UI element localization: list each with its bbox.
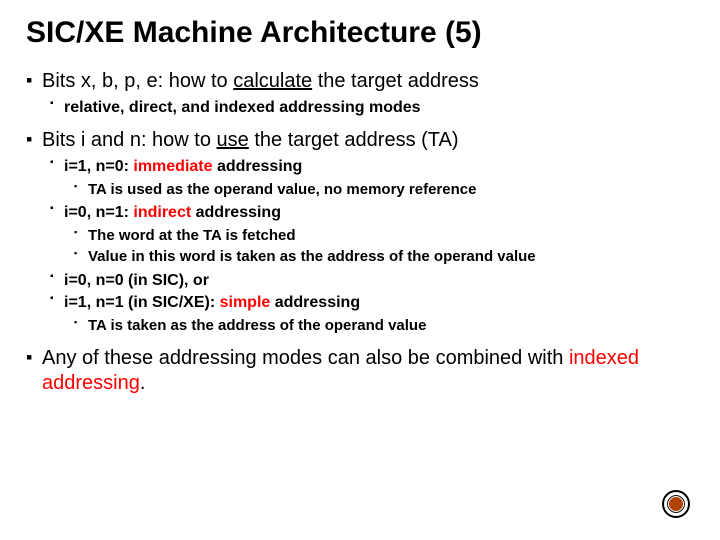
badge-ring-inner: [665, 493, 687, 515]
text: Bits i and n: how to: [42, 129, 217, 151]
text: the target address: [312, 70, 479, 92]
text: The word at the TA is fetched: [88, 227, 296, 244]
bullet-immediate-note: TA is used as the operand value, no memo…: [74, 181, 694, 200]
bullet-bits-xbpe: Bits x, b, p, e: how to calculate the ta…: [26, 69, 694, 94]
text-calculate: calculate: [233, 70, 312, 92]
text: Value in this word is taken as the addre…: [88, 248, 536, 265]
text: Any of these addressing modes can also b…: [42, 347, 569, 369]
bullet-simple-sicxe: i=1, n=1 (in SIC/XE): simple addressing: [50, 293, 694, 313]
bullet-indirect-fetch: The word at the TA is fetched: [74, 227, 694, 246]
text: addressing: [213, 158, 303, 175]
text: addressing: [191, 204, 281, 221]
text: TA is taken as the address of the operan…: [88, 317, 426, 334]
bullet-simple-sic: i=0, n=0 (in SIC), or: [50, 271, 694, 291]
bullet-indirect: i=0, n=1: indirect addressing: [50, 203, 694, 223]
text: .: [140, 372, 146, 394]
text-use: use: [217, 129, 249, 151]
text: i=1, n=0:: [64, 158, 133, 175]
text: addressing: [270, 294, 360, 311]
text: TA is used as the operand value, no memo…: [88, 181, 476, 198]
text: relative, direct, and indexed addressing…: [64, 99, 421, 116]
text: i=0, n=0 (in SIC), or: [64, 272, 209, 289]
slide-title: SIC/XE Machine Architecture (5): [26, 16, 694, 51]
text: Bits x, b, p, e: how to: [42, 70, 233, 92]
bullet-indexed-combo: Any of these addressing modes can also b…: [26, 346, 694, 396]
text-indirect: indirect: [133, 204, 191, 221]
bullet-bits-in: Bits i and n: how to use the target addr…: [26, 128, 694, 153]
slide-badge-icon: [662, 490, 690, 518]
text: the target address (TA): [249, 129, 459, 151]
text: i=0, n=1:: [64, 204, 133, 221]
bullet-addressing-modes: relative, direct, and indexed addressing…: [50, 98, 694, 118]
text-immediate: immediate: [133, 158, 212, 175]
bullet-immediate: i=1, n=0: immediate addressing: [50, 157, 694, 177]
text-simple: simple: [220, 294, 271, 311]
bullet-indirect-value: Value in this word is taken as the addre…: [74, 248, 694, 267]
bullet-simple-note: TA is taken as the address of the operan…: [74, 317, 694, 336]
text: i=1, n=1 (in SIC/XE):: [64, 294, 220, 311]
bullet-list: Bits x, b, p, e: how to calculate the ta…: [26, 69, 694, 396]
slide: SIC/XE Machine Architecture (5) Bits x, …: [0, 0, 720, 540]
